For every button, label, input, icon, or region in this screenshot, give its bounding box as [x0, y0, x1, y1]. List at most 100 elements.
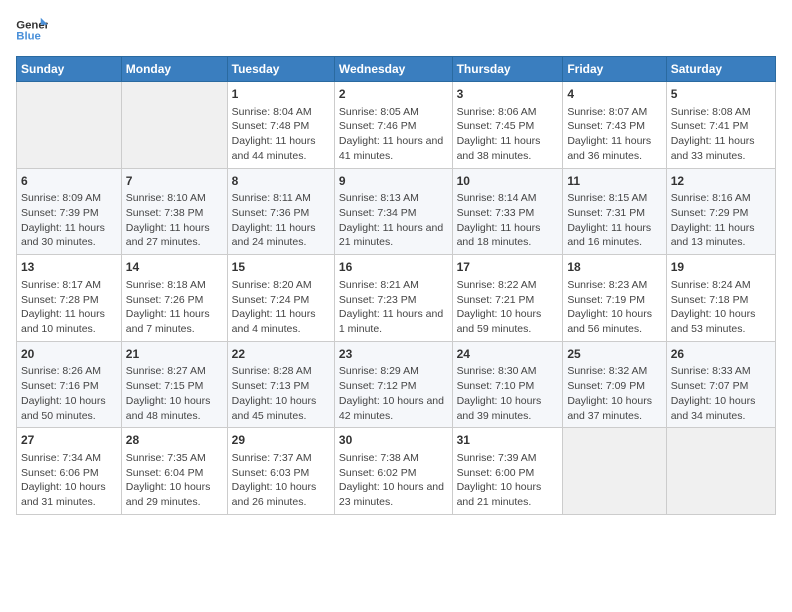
day-number: 2 — [339, 86, 448, 103]
weekday-header: Sunday — [17, 57, 122, 82]
weekday-header: Friday — [563, 57, 666, 82]
day-number: 15 — [232, 259, 330, 276]
calendar-cell: 4 Sunrise: 8:07 AM Sunset: 7:43 PM Daylig… — [563, 82, 666, 169]
calendar-cell: 26Sunrise: 8:33 AM Sunset: 7:07 PM Dayli… — [666, 341, 775, 428]
calendar-cell: 24Sunrise: 8:30 AM Sunset: 7:10 PM Dayli… — [452, 341, 563, 428]
day-number: 7 — [126, 173, 223, 190]
calendar-cell: 8Sunrise: 8:11 AM Sunset: 7:36 PM Daylig… — [227, 168, 334, 255]
calendar-week-row: 27 Sunrise: 7:34 AM Sunset: 6:06 PM Dayli… — [17, 428, 776, 515]
calendar-header-row: SundayMondayTuesdayWednesdayThursdayFrid… — [17, 57, 776, 82]
calendar-cell: 5 Sunrise: 8:08 AM Sunset: 7:41 PM Daylig… — [666, 82, 775, 169]
day-number: 21 — [126, 346, 223, 363]
day-content: Sunrise: 8:32 AM Sunset: 7:09 PM Dayligh… — [567, 364, 661, 423]
day-number: 13 — [21, 259, 117, 276]
weekday-header: Saturday — [666, 57, 775, 82]
day-content: Sunrise: 8:21 AM Sunset: 7:23 PM Dayligh… — [339, 278, 448, 337]
day-content: Sunrise: 8:10 AM Sunset: 7:38 PM Dayligh… — [126, 191, 223, 250]
day-number: 18 — [567, 259, 661, 276]
calendar-cell: 12Sunrise: 8:16 AM Sunset: 7:29 PM Dayli… — [666, 168, 775, 255]
day-content: Sunrise: 8:29 AM Sunset: 7:12 PM Dayligh… — [339, 364, 448, 423]
calendar-cell: 15 Sunrise: 8:20 AM Sunset: 7:24 PM Dayli… — [227, 255, 334, 342]
day-number: 11 — [567, 173, 661, 190]
day-number: 3 — [457, 86, 559, 103]
calendar-cell: 17Sunrise: 8:22 AM Sunset: 7:21 PM Dayli… — [452, 255, 563, 342]
logo: General Blue — [16, 16, 52, 44]
weekday-header: Wednesday — [334, 57, 452, 82]
calendar-table: SundayMondayTuesdayWednesdayThursdayFrid… — [16, 56, 776, 515]
calendar-cell: 16 Sunrise: 8:21 AM Sunset: 7:23 PM Dayli… — [334, 255, 452, 342]
day-content: Sunrise: 8:26 AM Sunset: 7:16 PM Dayligh… — [21, 364, 117, 423]
calendar-cell: 21Sunrise: 8:27 AM Sunset: 7:15 PM Dayli… — [121, 341, 227, 428]
day-number: 26 — [671, 346, 771, 363]
calendar-cell: 7Sunrise: 8:10 AM Sunset: 7:38 PM Daylig… — [121, 168, 227, 255]
day-content: Sunrise: 8:24 AM Sunset: 7:18 PM Dayligh… — [671, 278, 771, 337]
calendar-cell: 13Sunrise: 8:17 AM Sunset: 7:28 PM Dayli… — [17, 255, 122, 342]
day-content: Sunrise: 8:23 AM Sunset: 7:19 PM Dayligh… — [567, 278, 661, 337]
day-content: Sunrise: 8:07 AM Sunset: 7:43 PM Dayligh… — [567, 105, 661, 164]
day-content: Sunrise: 8:27 AM Sunset: 7:15 PM Dayligh… — [126, 364, 223, 423]
day-content: Sunrise: 7:34 AM Sunset: 6:06 PM Dayligh… — [21, 451, 117, 510]
day-number: 9 — [339, 173, 448, 190]
calendar-cell: 23Sunrise: 8:29 AM Sunset: 7:12 PM Dayli… — [334, 341, 452, 428]
day-content: Sunrise: 8:15 AM Sunset: 7:31 PM Dayligh… — [567, 191, 661, 250]
day-content: Sunrise: 8:14 AM Sunset: 7:33 PM Dayligh… — [457, 191, 559, 250]
calendar-cell: 18 Sunrise: 8:23 AM Sunset: 7:19 PM Dayli… — [563, 255, 666, 342]
day-content: Sunrise: 7:35 AM Sunset: 6:04 PM Dayligh… — [126, 451, 223, 510]
calendar-cell — [563, 428, 666, 515]
calendar-cell: 31 Sunrise: 7:39 AM Sunset: 6:00 PM Dayli… — [452, 428, 563, 515]
day-content: Sunrise: 8:16 AM Sunset: 7:29 PM Dayligh… — [671, 191, 771, 250]
day-number: 31 — [457, 432, 559, 449]
calendar-cell: 22Sunrise: 8:28 AM Sunset: 7:13 PM Dayli… — [227, 341, 334, 428]
calendar-cell — [17, 82, 122, 169]
svg-text:Blue: Blue — [16, 31, 41, 43]
day-content: Sunrise: 8:08 AM Sunset: 7:41 PM Dayligh… — [671, 105, 771, 164]
day-content: Sunrise: 7:39 AM Sunset: 6:00 PM Dayligh… — [457, 451, 559, 510]
calendar-week-row: 13Sunrise: 8:17 AM Sunset: 7:28 PM Dayli… — [17, 255, 776, 342]
day-number: 24 — [457, 346, 559, 363]
day-number: 27 — [21, 432, 117, 449]
calendar-cell: 25Sunrise: 8:32 AM Sunset: 7:09 PM Dayli… — [563, 341, 666, 428]
calendar-cell: 30 Sunrise: 7:38 AM Sunset: 6:02 PM Dayli… — [334, 428, 452, 515]
calendar-cell: 28 Sunrise: 7:35 AM Sunset: 6:04 PM Dayli… — [121, 428, 227, 515]
day-number: 29 — [232, 432, 330, 449]
day-content: Sunrise: 7:38 AM Sunset: 6:02 PM Dayligh… — [339, 451, 448, 510]
day-number: 19 — [671, 259, 771, 276]
day-number: 23 — [339, 346, 448, 363]
calendar-cell: 9Sunrise: 8:13 AM Sunset: 7:34 PM Daylig… — [334, 168, 452, 255]
day-number: 6 — [21, 173, 117, 190]
day-content: Sunrise: 8:13 AM Sunset: 7:34 PM Dayligh… — [339, 191, 448, 250]
day-content: Sunrise: 8:06 AM Sunset: 7:45 PM Dayligh… — [457, 105, 559, 164]
calendar-cell: 6Sunrise: 8:09 AM Sunset: 7:39 PM Daylig… — [17, 168, 122, 255]
day-number: 8 — [232, 173, 330, 190]
calendar-cell: 27 Sunrise: 7:34 AM Sunset: 6:06 PM Dayli… — [17, 428, 122, 515]
day-content: Sunrise: 8:05 AM Sunset: 7:46 PM Dayligh… — [339, 105, 448, 164]
calendar-cell: 2 Sunrise: 8:05 AM Sunset: 7:46 PM Daylig… — [334, 82, 452, 169]
day-number: 22 — [232, 346, 330, 363]
weekday-header: Tuesday — [227, 57, 334, 82]
day-content: Sunrise: 8:30 AM Sunset: 7:10 PM Dayligh… — [457, 364, 559, 423]
day-number: 12 — [671, 173, 771, 190]
day-number: 1 — [232, 86, 330, 103]
weekday-header: Monday — [121, 57, 227, 82]
day-number: 4 — [567, 86, 661, 103]
day-content: Sunrise: 8:11 AM Sunset: 7:36 PM Dayligh… — [232, 191, 330, 250]
calendar-cell: 11Sunrise: 8:15 AM Sunset: 7:31 PM Dayli… — [563, 168, 666, 255]
day-number: 28 — [126, 432, 223, 449]
day-number: 20 — [21, 346, 117, 363]
day-content: Sunrise: 8:04 AM Sunset: 7:48 PM Dayligh… — [232, 105, 330, 164]
day-content: Sunrise: 8:20 AM Sunset: 7:24 PM Dayligh… — [232, 278, 330, 337]
calendar-week-row: 1 Sunrise: 8:04 AM Sunset: 7:48 PM Daylig… — [17, 82, 776, 169]
calendar-week-row: 20Sunrise: 8:26 AM Sunset: 7:16 PM Dayli… — [17, 341, 776, 428]
day-number: 16 — [339, 259, 448, 276]
day-number: 5 — [671, 86, 771, 103]
day-number: 30 — [339, 432, 448, 449]
page-header: General Blue — [16, 16, 776, 44]
calendar-cell: 3 Sunrise: 8:06 AM Sunset: 7:45 PM Daylig… — [452, 82, 563, 169]
calendar-cell — [666, 428, 775, 515]
day-content: Sunrise: 8:09 AM Sunset: 7:39 PM Dayligh… — [21, 191, 117, 250]
calendar-cell: 19 Sunrise: 8:24 AM Sunset: 7:18 PM Dayli… — [666, 255, 775, 342]
calendar-cell: 1 Sunrise: 8:04 AM Sunset: 7:48 PM Daylig… — [227, 82, 334, 169]
calendar-cell: 29Sunrise: 7:37 AM Sunset: 6:03 PM Dayli… — [227, 428, 334, 515]
day-content: Sunrise: 8:28 AM Sunset: 7:13 PM Dayligh… — [232, 364, 330, 423]
day-number: 14 — [126, 259, 223, 276]
